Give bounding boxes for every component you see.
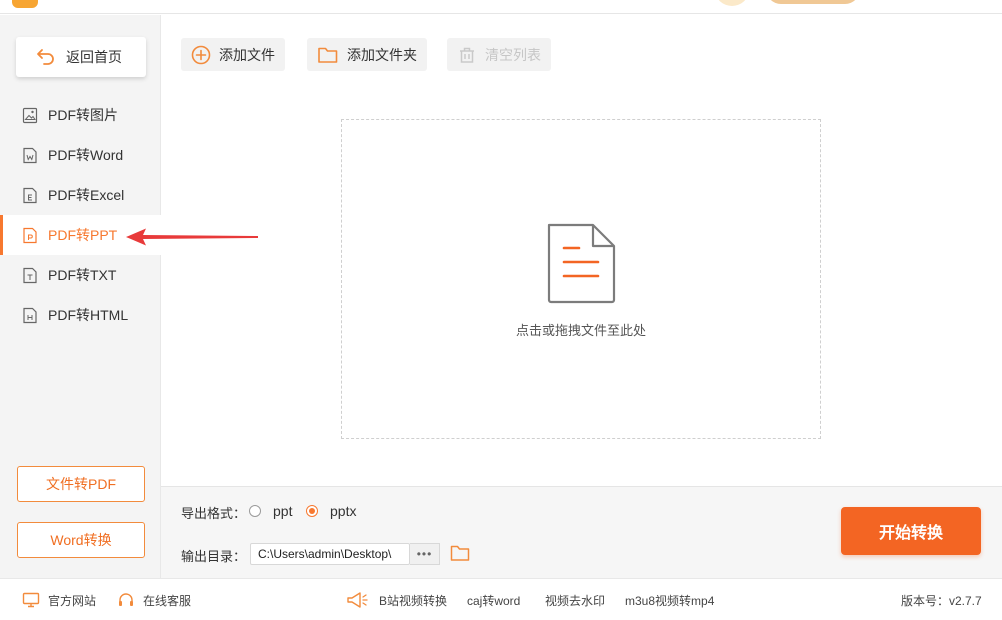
sidebar-item-pdf-to-excel[interactable]: PDF转Excel [0,175,161,215]
format-ppt-label: ppt [273,503,293,519]
word-convert-button[interactable]: Word转换 [17,522,145,558]
output-options-panel: 导出格式： ppt pptx 输出目录： C:\Users\admin\Desk… [161,486,1002,578]
app-logo [12,0,38,8]
user-avatar[interactable] [716,0,748,6]
open-folder-icon[interactable] [450,544,470,562]
add-file-label: 添加文件 [219,46,275,63]
txt-file-icon [23,267,37,283]
headset-icon [119,593,133,606]
trash-icon [460,47,474,63]
output-dir-label: 输出目录： [181,549,247,564]
drop-hint-text: 点击或拖拽文件至此处 [515,323,646,338]
official-website-link[interactable]: 官方网站 [22,579,96,620]
sidebar-item-label: PDF转HTML [48,307,129,323]
website-label: 官方网站 [48,593,97,608]
plus-circle-icon [191,45,211,64]
return-arrow-icon [37,49,54,65]
sidebar-item-label: PDF转PPT [48,227,118,243]
footer-link-bilibili[interactable]: B站视频转换 [379,579,447,620]
export-format-label: 导出格式： [181,506,247,521]
promo-links [346,579,368,620]
output-path-input[interactable]: C:\Users\admin\Desktop\ [250,543,410,565]
megaphone-icon [347,592,368,608]
online-support-link[interactable]: 在线客服 [117,579,191,620]
format-radio-pptx[interactable] [306,505,318,517]
footer-link-m3u8[interactable]: m3u8视频转mp4 [625,579,714,620]
vip-button[interactable] [766,0,860,4]
sidebar-item-pdf-to-image[interactable]: PDF转图片 [0,95,161,135]
sidebar-item-label: PDF转Excel [48,187,125,203]
add-folder-label: 添加文件夹 [347,46,417,63]
sidebar-item-label: PDF转图片 [48,107,118,123]
image-file-icon [22,107,38,123]
document-icon [547,223,616,304]
sidebar: 返回首页 PDF转图片 PDF转Word PDF转Excel PDF转PPT P… [0,15,161,578]
sidebar-item-label: PDF转Word [48,147,124,163]
sidebar-item-pdf-to-word[interactable]: PDF转Word [0,135,161,175]
version-text: 版本号：v2.7.7 [901,593,982,608]
format-pptx-label: pptx [330,503,357,519]
support-label: 在线客服 [143,593,192,608]
title-bar [0,0,1002,14]
sidebar-item-label: PDF转TXT [48,267,117,283]
file-drop-zone[interactable]: 点击或拖拽文件至此处 [341,119,821,439]
clear-list-button[interactable]: 清空列表 [447,38,551,71]
html-file-icon [23,307,37,323]
clear-list-label: 清空列表 [485,46,541,63]
footer-link-watermark[interactable]: 视频去水印 [545,579,605,620]
monitor-icon [22,592,40,608]
sidebar-item-pdf-to-html[interactable]: PDF转HTML [0,295,161,335]
ppt-file-icon [23,227,37,243]
sidebar-item-pdf-to-txt[interactable]: PDF转TXT [0,255,161,295]
word-file-icon [23,147,37,163]
more-options-button[interactable]: ••• [410,543,440,565]
sidebar-item-pdf-to-ppt[interactable]: PDF转PPT [0,215,161,255]
add-folder-button[interactable]: 添加文件夹 [307,38,427,71]
add-file-button[interactable]: 添加文件 [181,38,285,71]
file-to-pdf-button[interactable]: 文件转PDF [17,466,145,502]
back-home-button[interactable]: 返回首页 [16,37,146,77]
footer-link-caj-word[interactable]: caj转word [467,579,520,620]
start-convert-button[interactable]: 开始转换 [841,507,981,555]
excel-file-icon [23,187,37,203]
folder-icon [318,47,338,63]
footer-bar: 官方网站 在线客服 B站视频转换 caj转word 视频去水印 m3u8视频转m… [0,578,1002,620]
back-home-label: 返回首页 [66,49,122,65]
format-radio-ppt[interactable] [249,505,261,517]
